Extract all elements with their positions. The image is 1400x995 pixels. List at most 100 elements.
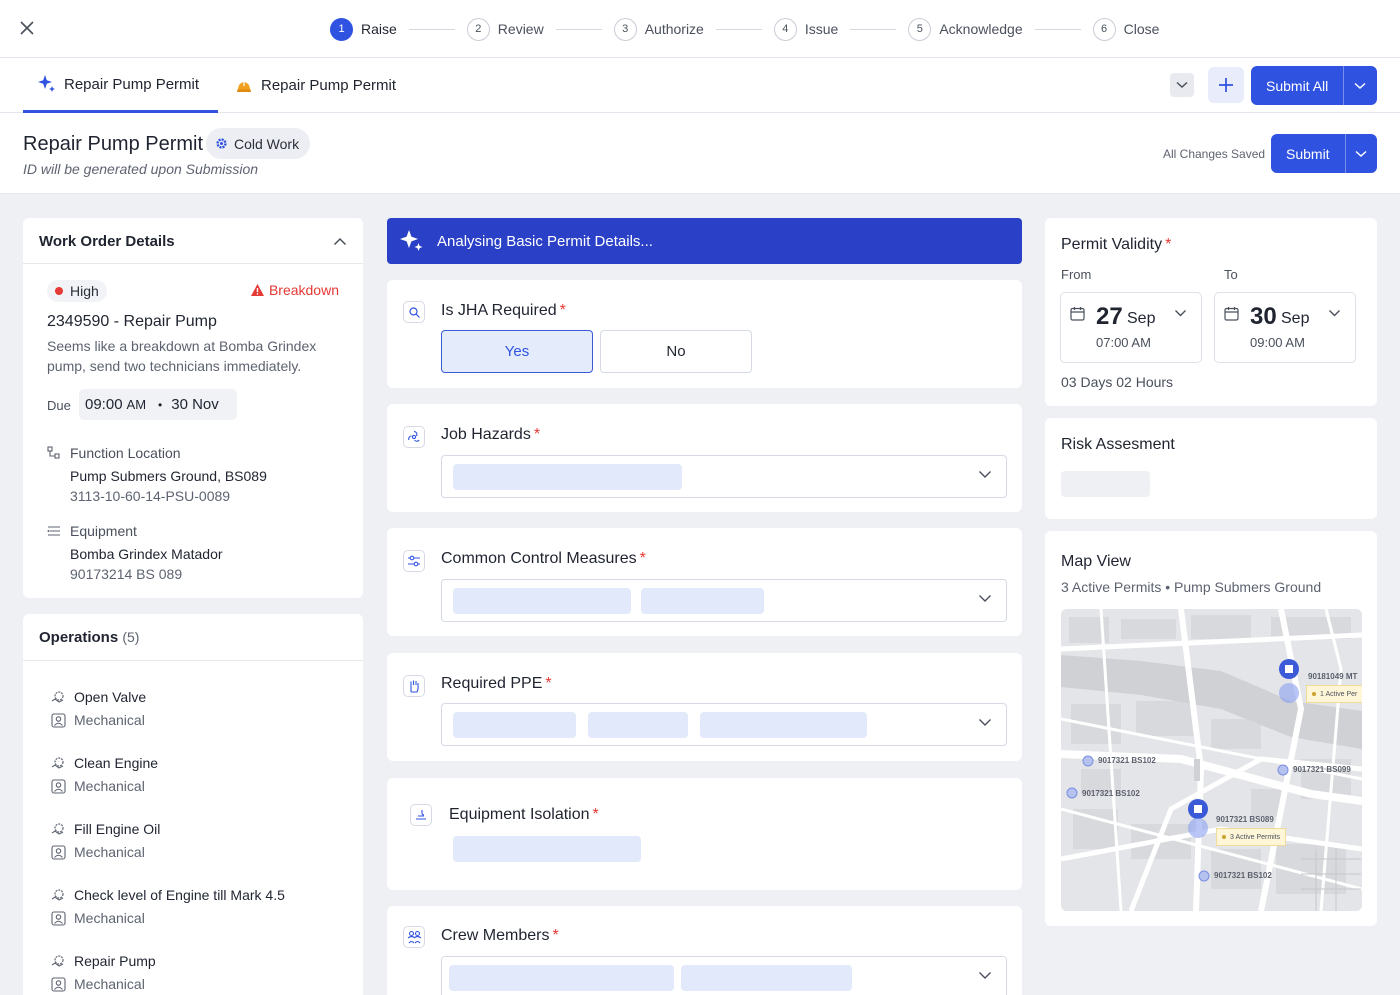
loading-placeholder	[681, 965, 852, 991]
question-text: Job Hazards	[441, 426, 531, 443]
operation-category: Mechanical	[74, 844, 145, 860]
gear-hand-icon	[51, 954, 66, 974]
id-note: ID will be generated upon Submission	[23, 161, 259, 177]
question-label: Crew Members *	[441, 927, 559, 945]
info-label: Equipment	[70, 523, 137, 539]
permit-map[interactable]: 90181049 MT 1 Active Per 9017321 BS102 9…	[1061, 609, 1362, 911]
calendar-icon	[1224, 307, 1239, 321]
due-date: 30 Nov	[171, 396, 219, 413]
required-mark: *	[639, 550, 646, 567]
tabs-overflow-button[interactable]	[1170, 73, 1194, 97]
question-text: Is JHA Required	[441, 302, 557, 319]
step-issue[interactable]: 4 Issue	[773, 17, 839, 41]
step-close[interactable]: 6 Close	[1092, 17, 1160, 41]
control-measures-card: Common Control Measures *	[387, 528, 1022, 636]
gear-icon	[215, 137, 228, 150]
close-icon[interactable]	[16, 17, 38, 39]
person-badge-icon	[51, 713, 66, 733]
step-connector	[850, 28, 897, 30]
chevron-up-icon[interactable]	[333, 233, 347, 251]
work-order-description: Seems like a breakdown at Bomba Grindex …	[47, 338, 317, 374]
gear-hand-icon	[51, 690, 66, 710]
info-value: Pump Submers Ground, BS089	[70, 468, 267, 484]
ppe-card: Required PPE *	[387, 653, 1022, 761]
breakdown-label: Breakdown	[268, 282, 339, 298]
question-text: Required PPE	[441, 675, 543, 692]
required-mark: *	[592, 806, 599, 823]
step-number: 3	[613, 17, 637, 41]
card-title: Operations (5)	[39, 629, 139, 646]
to-time: 09:00 AM	[1250, 335, 1305, 350]
step-acknowledge[interactable]: 5 Acknowledge	[908, 17, 1023, 41]
step-label: Issue	[804, 21, 839, 37]
step-raise[interactable]: 1 Raise	[330, 17, 397, 41]
job-hazards-card: Job Hazards *	[387, 404, 1022, 512]
operation-name: Repair Pump	[74, 953, 156, 969]
tab-label: Repair Pump Permit	[64, 75, 200, 93]
step-connector	[408, 28, 455, 30]
submit-all-options-button[interactable]	[1343, 66, 1375, 105]
analysis-banner: Analysing Basic Permit Details...	[387, 218, 1022, 264]
operation-item[interactable]: Fill Engine Oil Mechanical	[51, 821, 351, 871]
add-permit-button[interactable]	[1208, 67, 1244, 103]
operation-item[interactable]: Clean Engine Mechanical	[51, 755, 351, 805]
step-label: Review	[497, 21, 544, 37]
step-number: 5	[908, 17, 932, 41]
person-badge-icon	[51, 911, 66, 931]
step-review[interactable]: 2 Review	[466, 17, 544, 41]
work-order-card: Work Order Details High Breakdown 234959…	[23, 218, 363, 598]
step-label: Close	[1123, 21, 1160, 37]
from-month: Sep	[1127, 310, 1156, 327]
info-code: 90173214 BS 089	[70, 566, 183, 582]
from-label: From	[1061, 267, 1092, 282]
save-status: All Changes Saved	[1163, 147, 1266, 161]
map-label: 9017321 BS102	[1098, 756, 1156, 765]
required-mark: *	[533, 426, 541, 443]
chevron-down-icon	[1176, 81, 1188, 89]
job-hazards-select[interactable]	[441, 455, 1007, 498]
chevron-down-icon	[1175, 310, 1186, 317]
question-label: Is JHA Required *	[441, 302, 566, 320]
step-authorize[interactable]: 3 Authorize	[613, 17, 704, 41]
chevron-down-icon	[1329, 310, 1340, 317]
required-mark: *	[545, 675, 552, 692]
submit-button[interactable]: Submit	[1271, 134, 1345, 173]
location-tree-icon	[47, 446, 61, 463]
due-ampm: AM	[126, 397, 147, 412]
risk-assessment-card: Risk Assesment	[1045, 418, 1377, 519]
work-type-chip: Cold Work	[206, 128, 311, 159]
chip-label: Cold Work	[234, 135, 300, 152]
operation-item[interactable]: Check level of Engine till Mark 4.5 Mech…	[51, 887, 351, 937]
operation-item[interactable]: Open Valve Mechanical	[51, 689, 351, 739]
chevron-down-icon	[979, 471, 991, 478]
operations-count: (5)	[122, 629, 140, 645]
jha-yes-button[interactable]: Yes	[441, 330, 593, 373]
jha-no-button[interactable]: No	[600, 330, 752, 373]
from-date-picker[interactable]: 27 Sep 07:00 AM	[1060, 292, 1202, 363]
step-connector	[555, 28, 602, 30]
crew-members-select[interactable]	[441, 956, 1007, 995]
step-number: 1	[330, 17, 353, 41]
info-code: 3113-10-60-14-PSU-0089	[70, 488, 231, 504]
submit-options-button[interactable]	[1344, 134, 1377, 173]
operation-item[interactable]: Repair Pump Mechanical	[51, 953, 351, 995]
submit-all-button[interactable]: Submit All	[1251, 66, 1343, 105]
control-measures-select[interactable]	[441, 579, 1007, 622]
card-title: Work Order Details	[39, 233, 175, 250]
map-tag: 3 Active Permits	[1216, 828, 1287, 846]
tag-text: 3 Active Permits	[1230, 833, 1281, 841]
work-order-header[interactable]: Work Order Details	[23, 218, 363, 264]
operation-name: Clean Engine	[74, 755, 159, 771]
required-mark: *	[559, 302, 566, 319]
tab-repair-pump-permit[interactable]: Repair Pump Permit	[234, 58, 396, 113]
crew-members-card: Crew Members *	[387, 906, 1022, 995]
to-date-picker[interactable]: 30 Sep 09:00 AM	[1214, 292, 1356, 363]
ppe-select[interactable]	[441, 703, 1007, 746]
priority-label: High	[70, 283, 99, 299]
question-text: Crew Members	[441, 927, 550, 944]
tab-repair-pump-permit-ai[interactable]: Repair Pump Permit	[23, 58, 218, 113]
card-title: Permit Validity *	[1061, 236, 1171, 254]
tag-dot	[1222, 835, 1226, 839]
loading-placeholder	[449, 965, 674, 991]
workflow-bar: 1 Raise 2 Review 3 Authorize 4 Issue 5 Acknow…	[0, 0, 1400, 58]
